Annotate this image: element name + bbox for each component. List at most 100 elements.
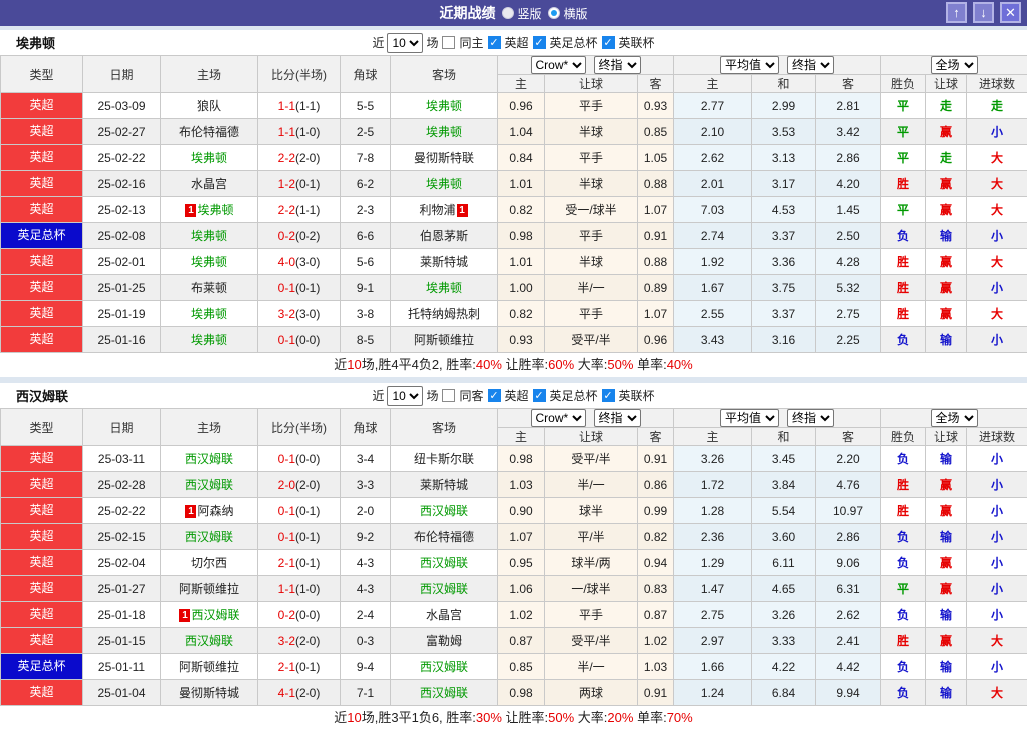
handicap-line: 平手 bbox=[545, 145, 638, 171]
column-header-e_home: 主 bbox=[674, 75, 752, 93]
odds-company-select[interactable]: Crow* bbox=[531, 409, 586, 427]
fulltime-score: 0-1 bbox=[278, 530, 295, 544]
handicap-home-odds: 1.00 bbox=[498, 275, 545, 301]
league-checkbox-1[interactable]: ✓ bbox=[533, 389, 546, 402]
match-count-select[interactable]: 10 bbox=[387, 33, 423, 53]
draw-odds: 4.22 bbox=[752, 654, 816, 680]
summary-value: 40% bbox=[476, 357, 502, 372]
odds-company-select[interactable]: Crow* bbox=[531, 56, 586, 74]
league-checkbox-2[interactable]: ✓ bbox=[602, 36, 615, 49]
column-header-corner: 角球 bbox=[341, 409, 391, 446]
handicap-home-odds: 0.98 bbox=[498, 680, 545, 706]
match-date: 25-02-13 bbox=[83, 197, 161, 223]
home-win-odds: 1.29 bbox=[674, 550, 752, 576]
match-count-select[interactable]: 10 bbox=[387, 386, 423, 406]
layout-radio-vertical[interactable]: 竖版 bbox=[501, 5, 541, 22]
fulltime-score: 0-1 bbox=[278, 504, 295, 518]
summary-value: 10 bbox=[347, 357, 361, 372]
result-outcome: 负 bbox=[881, 524, 926, 550]
final-odds-select[interactable]: 终指 bbox=[594, 409, 641, 427]
scroll-up-button[interactable]: ↑ bbox=[946, 2, 967, 23]
away-team-name: 纽卡斯尔联 bbox=[414, 452, 474, 466]
final-odds-select-2[interactable]: 终指 bbox=[787, 56, 834, 74]
league-type-cell: 英超 bbox=[1, 576, 83, 602]
close-button[interactable]: ✕ bbox=[1000, 2, 1021, 23]
table-row: 英超25-02-28西汉姆联2-0(2-0)3-3莱斯特城1.03半/一0.86… bbox=[1, 472, 1027, 498]
handicap-line: 半/一 bbox=[545, 275, 638, 301]
final-odds-select-2[interactable]: 终指 bbox=[787, 409, 834, 427]
away-team: 托特纳姆热刺 bbox=[391, 301, 498, 327]
away-team-name: 富勒姆 bbox=[426, 634, 462, 648]
fulltime-score: 1-1 bbox=[278, 125, 295, 139]
league-checkbox-0[interactable]: ✓ bbox=[488, 389, 501, 402]
away-team: 西汉姆联 bbox=[391, 680, 498, 706]
layout-radio-horizontal[interactable]: 横版 bbox=[548, 5, 588, 22]
radio-horizontal-icon[interactable] bbox=[548, 7, 560, 19]
league-type-cell: 英超 bbox=[1, 93, 83, 119]
handicap-outcome: 走 bbox=[926, 93, 967, 119]
same-venue-checkbox[interactable] bbox=[442, 36, 455, 49]
match-score: 1-1(1-0) bbox=[258, 119, 341, 145]
same-venue-checkbox[interactable] bbox=[442, 389, 455, 402]
away-team-name: 利物浦 bbox=[419, 203, 455, 217]
league-checkbox-1[interactable]: ✓ bbox=[533, 36, 546, 49]
radio-vertical-label: 竖版 bbox=[517, 5, 541, 22]
average-odds-select[interactable]: 平均值 bbox=[720, 409, 779, 427]
summary-value: 40% bbox=[667, 357, 693, 372]
goals-outcome: 小 bbox=[967, 472, 1027, 498]
goals-outcome: 小 bbox=[967, 602, 1027, 628]
average-odds-select[interactable]: 平均值 bbox=[720, 56, 779, 74]
europe-odds-group-header: 平均值终指 bbox=[674, 409, 881, 428]
same-venue-label: 同客 bbox=[459, 387, 483, 404]
match-date: 25-02-15 bbox=[83, 524, 161, 550]
handicap-outcome: 输 bbox=[926, 654, 967, 680]
handicap-home-odds: 1.02 bbox=[498, 602, 545, 628]
result-outcome: 胜 bbox=[881, 498, 926, 524]
result-outcome: 胜 bbox=[881, 171, 926, 197]
home-team-name: 水晶宫 bbox=[191, 177, 227, 191]
fulltime-select[interactable]: 全场 bbox=[931, 409, 978, 427]
away-win-odds: 2.86 bbox=[816, 524, 881, 550]
corner-score: 2-5 bbox=[341, 119, 391, 145]
draw-odds: 3.37 bbox=[752, 301, 816, 327]
home-team: 布伦特福德 bbox=[161, 119, 258, 145]
away-win-odds: 2.86 bbox=[816, 145, 881, 171]
away-team: 阿斯顿维拉 bbox=[391, 327, 498, 353]
table-row: 英超25-02-01埃弗顿4-0(3-0)5-6莱斯特城1.01半球0.881.… bbox=[1, 249, 1027, 275]
team-section-everton: 埃弗顿近10场同主✓英超✓英足总杯✓英联杯类型日期主场比分(半场)角球客场Cro… bbox=[0, 30, 1027, 377]
handicap-away-odds: 1.07 bbox=[638, 197, 674, 223]
handicap-line: 半/一 bbox=[545, 472, 638, 498]
fulltime-score: 2-1 bbox=[278, 660, 295, 674]
summary-text: 近 bbox=[334, 710, 347, 725]
corner-score: 3-8 bbox=[341, 301, 391, 327]
handicap-away-odds: 0.87 bbox=[638, 602, 674, 628]
match-score: 0-1(0-0) bbox=[258, 446, 341, 472]
final-odds-select[interactable]: 终指 bbox=[594, 56, 641, 74]
league-checkbox-0[interactable]: ✓ bbox=[488, 36, 501, 49]
home-team: 阿斯顿维拉 bbox=[161, 654, 258, 680]
match-date: 25-02-28 bbox=[83, 472, 161, 498]
league-checkbox-label: 英联杯 bbox=[619, 387, 655, 404]
match-score: 1-2(0-1) bbox=[258, 171, 341, 197]
fulltime-select[interactable]: 全场 bbox=[931, 56, 978, 74]
halftime-score: (2-0) bbox=[295, 478, 320, 492]
column-header-e_away: 客 bbox=[816, 75, 881, 93]
column-header-e_draw: 和 bbox=[752, 428, 816, 446]
filter-bar: 埃弗顿近10场同主✓英超✓英足总杯✓英联杯 bbox=[0, 30, 1027, 55]
handicap-home-odds: 0.85 bbox=[498, 654, 545, 680]
league-checkbox-2[interactable]: ✓ bbox=[602, 389, 615, 402]
column-header-h_line: 让球 bbox=[545, 428, 638, 446]
summary-value: 20% bbox=[607, 710, 633, 725]
handicap-line: 受平/半 bbox=[545, 628, 638, 654]
handicap-line: 平手 bbox=[545, 301, 638, 327]
handicap-outcome: 赢 bbox=[926, 472, 967, 498]
handicap-outcome: 输 bbox=[926, 680, 967, 706]
league-type-cell: 英超 bbox=[1, 446, 83, 472]
radio-vertical-icon[interactable] bbox=[501, 7, 513, 19]
corner-score: 4-3 bbox=[341, 550, 391, 576]
scroll-down-button[interactable]: ↓ bbox=[973, 2, 994, 23]
column-header-e_draw: 和 bbox=[752, 75, 816, 93]
halftime-score: (0-1) bbox=[295, 556, 320, 570]
home-team-name: 阿斯顿维拉 bbox=[179, 660, 239, 674]
match-score: 1-1(1-0) bbox=[258, 576, 341, 602]
